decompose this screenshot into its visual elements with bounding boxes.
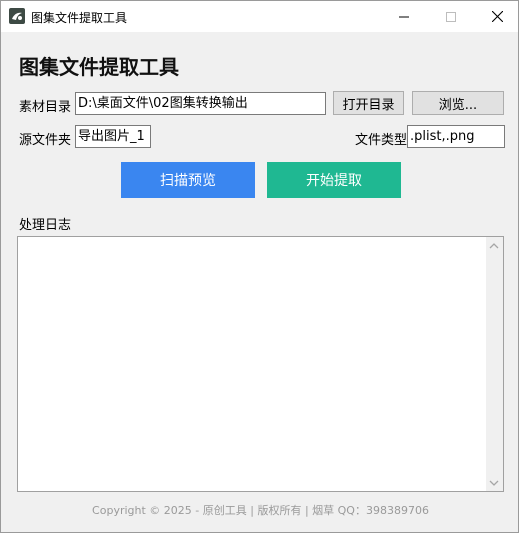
scroll-up-icon[interactable] [489, 242, 499, 250]
title-bar: 图集文件提取工具 [1, 1, 518, 32]
log-textarea[interactable] [17, 236, 504, 492]
file-type-input[interactable]: .plist,.png [407, 125, 505, 148]
open-dir-button[interactable]: 打开目录 [333, 91, 404, 115]
maximize-icon [446, 11, 456, 22]
app-window: 图集文件提取工具 图集文件提取工具 素材目录 D:\桌面文件\02图集转换输出 … [0, 0, 519, 533]
scan-preview-button[interactable]: 扫描预览 [121, 162, 255, 198]
close-button[interactable] [474, 1, 519, 32]
material-dir-input[interactable]: D:\桌面文件\02图集转换输出 [75, 92, 326, 115]
minimize-button[interactable] [381, 1, 427, 32]
start-extract-button[interactable]: 开始提取 [267, 162, 401, 198]
source-folder-label: 源文件夹 [19, 133, 72, 148]
footer-copyright: Copyright © 2025 - 原创工具 | 版权所有 | 烟草 QQ：3… [92, 504, 429, 517]
source-folder-input[interactable]: 导出图片_1 [75, 125, 151, 148]
log-label: 处理日志 [19, 218, 72, 233]
app-logo-icon [9, 8, 25, 24]
material-dir-label: 素材目录 [19, 100, 72, 115]
file-type-label: 文件类型 [355, 133, 408, 148]
maximize-button[interactable] [428, 1, 474, 32]
browse-button[interactable]: 浏览... [412, 91, 504, 115]
window-title: 图集文件提取工具 [31, 11, 128, 25]
minimize-icon [399, 16, 409, 17]
scroll-down-icon[interactable] [489, 479, 499, 487]
log-scrollbar[interactable] [486, 237, 503, 491]
close-icon [491, 11, 503, 22]
page-title: 图集文件提取工具 [19, 55, 179, 79]
